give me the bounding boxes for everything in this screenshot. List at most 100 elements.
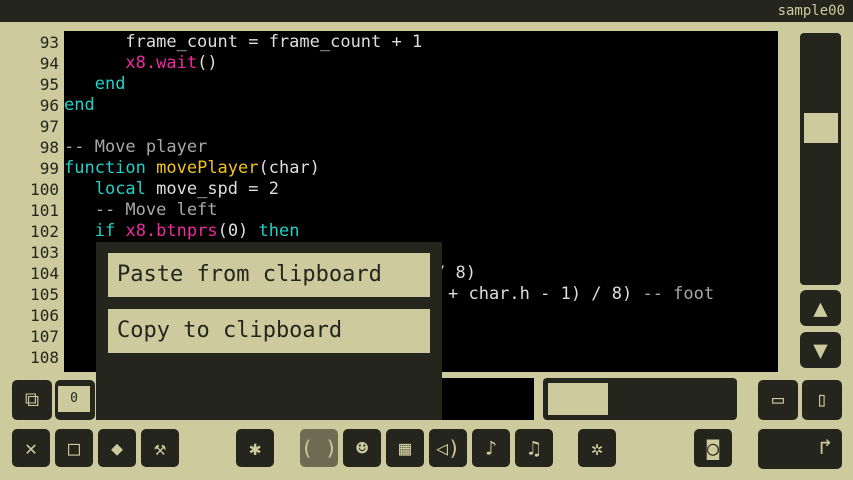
- code-comment: -- foot: [642, 284, 715, 304]
- scroll-down-button[interactable]: ▼: [800, 332, 841, 368]
- save-icon: ▯: [815, 387, 829, 411]
- zoom-button[interactable]: ▭: [758, 380, 798, 420]
- code-function: movePlayer: [156, 158, 259, 178]
- copy-to-clipboard-item[interactable]: Copy to clipboard: [108, 309, 430, 353]
- line-number: 102: [30, 222, 59, 241]
- scroll-track[interactable]: [800, 33, 841, 285]
- export-icon: ↱: [818, 435, 832, 460]
- title-bar: sample00: [0, 0, 853, 22]
- up-arrow-icon: ▲: [813, 294, 828, 322]
- copy-icon: ⧉: [24, 387, 40, 411]
- save-button[interactable]: ▯: [802, 380, 842, 420]
- code-line: + char.h - 1) / 8) -- foot: [448, 284, 714, 305]
- new-file-icon: □: [67, 436, 81, 460]
- code-line: end: [64, 74, 126, 95]
- code-keyword: local: [94, 179, 146, 199]
- context-menu: Paste from clipboard Copy to clipboard: [96, 242, 442, 420]
- code-line: local move_spd = 2: [64, 179, 279, 200]
- line-number: 98: [39, 138, 59, 157]
- line-number: 101: [30, 201, 59, 220]
- screenshot-button[interactable]: ◙: [694, 429, 732, 467]
- run-button[interactable]: ✲: [578, 429, 616, 467]
- line-number: 106: [30, 306, 59, 325]
- code-comment: -- Move left: [64, 200, 218, 220]
- wrench-icon: ⚒: [153, 436, 167, 460]
- note-icon: ♪: [484, 436, 498, 460]
- line-number: 107: [30, 327, 59, 346]
- eraser-icon: ◆: [110, 436, 124, 460]
- code-text: (char): [258, 158, 320, 178]
- line-number-gutter: 93 94 95 96 97 98 99 100 101 102 103 104…: [10, 31, 64, 372]
- line-number: 96: [39, 96, 59, 115]
- eraser-button[interactable]: ◆: [98, 429, 136, 467]
- code-keyword: function: [64, 158, 146, 178]
- scroll-thumb[interactable]: [804, 113, 838, 143]
- down-arrow-icon: ▼: [813, 336, 828, 364]
- copy-button[interactable]: ⧉: [12, 380, 52, 420]
- code-text: + char.h - 1) / 8): [448, 284, 643, 304]
- line-number: 95: [39, 75, 59, 94]
- counter-value: 0: [58, 386, 90, 412]
- tab-code[interactable]: ( ): [300, 429, 338, 467]
- search-field[interactable]: [442, 378, 534, 420]
- line-number: 108: [30, 348, 59, 367]
- close-button[interactable]: ✕: [12, 429, 50, 467]
- settings-button[interactable]: ⚒: [141, 429, 179, 467]
- paste-from-clipboard-item[interactable]: Paste from clipboard: [108, 253, 430, 297]
- line-number: 93: [39, 33, 59, 52]
- code-keyword: end: [94, 74, 126, 94]
- tab-sound[interactable]: ◁): [429, 429, 467, 467]
- code-line: -- Move left: [64, 200, 218, 221]
- zoom-icon: ▭: [771, 387, 785, 411]
- zoom-slider-handle[interactable]: [548, 383, 608, 415]
- line-number: 99: [39, 159, 59, 178]
- code-keyword: then: [258, 221, 300, 241]
- line-number: 103: [30, 243, 59, 262]
- scroll-up-button[interactable]: ▲: [800, 290, 841, 326]
- code-api: x8.wait: [125, 53, 198, 73]
- code-line: end: [64, 95, 95, 116]
- sound-icon: ◁): [435, 436, 461, 460]
- tab-music[interactable]: ♫: [515, 429, 553, 467]
- code-keyword: if: [94, 221, 116, 241]
- zoom-slider[interactable]: [543, 378, 737, 420]
- run-icon: ✲: [590, 436, 604, 460]
- line-number: 105: [30, 285, 59, 304]
- sprite-icon: ☻: [355, 436, 369, 460]
- map-icon: ▦: [398, 436, 412, 460]
- line-number: 94: [39, 54, 59, 73]
- code-line: -- Move player: [64, 137, 207, 158]
- tab-sprite[interactable]: ☻: [343, 429, 381, 467]
- close-icon: ✕: [24, 436, 38, 460]
- window-title: sample00: [777, 3, 845, 19]
- tab-note[interactable]: ♪: [472, 429, 510, 467]
- tab-map[interactable]: ▦: [386, 429, 424, 467]
- code-line: function movePlayer(char): [64, 158, 320, 179]
- export-button[interactable]: ↱: [758, 429, 842, 469]
- code-text: (0): [217, 221, 259, 241]
- code-comment: -- Move player: [64, 137, 208, 157]
- line-number: 97: [39, 117, 59, 136]
- code-text: frame_count = frame_count + 1: [64, 32, 423, 52]
- code-text: (): [197, 53, 218, 73]
- code-line: if x8.btnprs(0) then: [64, 221, 300, 242]
- counter-box: 0: [55, 380, 95, 420]
- code-line: frame_count = frame_count + 1: [64, 32, 422, 53]
- vertical-scrollbar[interactable]: ▲ ▼: [788, 31, 845, 372]
- code-text: move_spd = 2: [145, 179, 279, 199]
- line-number: 100: [30, 180, 59, 199]
- code-line: x8.wait(): [64, 53, 218, 74]
- code-api: x8.btnprs: [125, 221, 218, 241]
- music-icon: ♫: [527, 436, 541, 460]
- bug-icon: ✱: [248, 436, 262, 460]
- screenshot-icon: ◙: [706, 436, 720, 460]
- line-number: 104: [30, 264, 59, 283]
- new-file-button[interactable]: □: [55, 429, 93, 467]
- debug-button[interactable]: ✱: [236, 429, 274, 467]
